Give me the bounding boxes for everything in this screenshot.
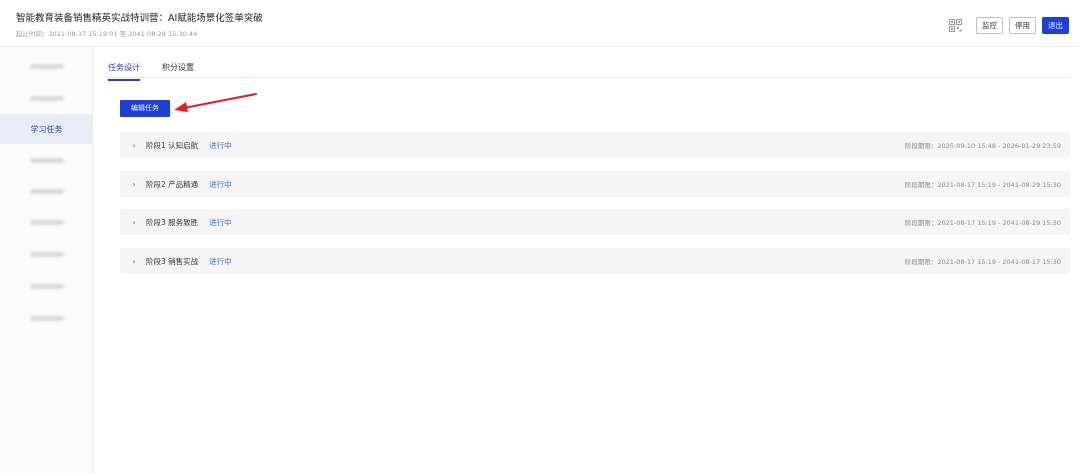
sidebar-item-blurred[interactable] [0, 51, 93, 81]
sidebar-item-label: 学习任务 [30, 124, 63, 134]
stage-row[interactable]: › 阶段1 认知启航 进行中 阶段期限：2025-09-10 15:48 - 2… [120, 132, 1070, 158]
tab-divider [108, 77, 1070, 78]
sidebar: 学习任务 [0, 47, 93, 473]
stage-status: 进行中 [209, 256, 232, 266]
tab-points-settings[interactable]: 积分设置 [162, 62, 194, 81]
edit-task-button[interactable]: 编辑任务 [120, 100, 170, 117]
chevron-right-icon[interactable]: › [120, 218, 142, 227]
stage-name: 阶段2 产品精通 [146, 179, 199, 189]
qr-code-icon[interactable] [949, 19, 962, 32]
stage-status: 进行中 [209, 217, 232, 227]
stage-row[interactable]: › 阶段2 产品精通 进行中 阶段期限：2021-08-17 15:19 - 2… [120, 171, 1070, 197]
annotation-arrow-icon [174, 93, 257, 112]
tab-bar: 任务设计 积分设置 [108, 62, 194, 81]
stage-name: 阶段1 认知启航 [146, 140, 199, 150]
sidebar-item-blurred[interactable] [0, 145, 93, 175]
stage-period: 阶段期限：2021-08-17 15:19 - 2041-08-17 15:30 [904, 258, 1061, 266]
sidebar-item-blurred[interactable] [0, 176, 93, 206]
monitor-button[interactable]: 监控 [976, 17, 1003, 34]
page-time-range: 起止时间：2021-08-17 15:19:01 至 2041-08-29 15… [16, 30, 198, 38]
stage-status: 进行中 [209, 140, 232, 150]
header-actions: 监控 停用 退出 [949, 17, 1069, 34]
sidebar-item-blurred[interactable] [0, 83, 93, 113]
disable-button[interactable]: 停用 [1009, 17, 1036, 34]
stage-row[interactable]: › 阶段3 服务致胜 进行中 阶段期限：2021-08-17 15:19 - 2… [120, 209, 1070, 235]
stage-status: 进行中 [209, 179, 232, 189]
sidebar-item-learning-tasks[interactable]: 学习任务 [0, 114, 93, 144]
sidebar-item-blurred[interactable] [0, 271, 93, 301]
stage-period: 阶段期限：2021-08-17 15:19 - 2041-08-29 15:30 [904, 219, 1061, 227]
chevron-right-icon[interactable]: › [120, 257, 142, 266]
stage-name: 阶段3 销售实战 [146, 256, 199, 266]
stage-period: 阶段期限：2025-09-10 15:48 - 2026-01-29 23:59 [904, 142, 1061, 150]
tab-task-design[interactable]: 任务设计 [108, 62, 140, 81]
stage-period: 阶段期限：2021-08-17 15:19 - 2041-08-29 15:30 [904, 181, 1061, 189]
stage-name: 阶段3 服务致胜 [146, 217, 199, 227]
sidebar-item-blurred[interactable] [0, 239, 93, 269]
sidebar-item-blurred[interactable] [0, 207, 93, 237]
sidebar-item-blurred[interactable] [0, 303, 93, 333]
chevron-right-icon[interactable]: › [120, 180, 142, 189]
stage-row[interactable]: › 阶段3 销售实战 进行中 阶段期限：2021-08-17 15:19 - 2… [120, 248, 1070, 274]
chevron-right-icon[interactable]: › [120, 141, 142, 150]
page-title: 智能教育装备销售精英实战特训营：AI赋能场景化签单突破 [16, 13, 263, 24]
header: 智能教育装备销售精英实战特训营：AI赋能场景化签单突破 起止时间：2021-08… [0, 0, 1080, 47]
exit-button[interactable]: 退出 [1042, 17, 1069, 34]
